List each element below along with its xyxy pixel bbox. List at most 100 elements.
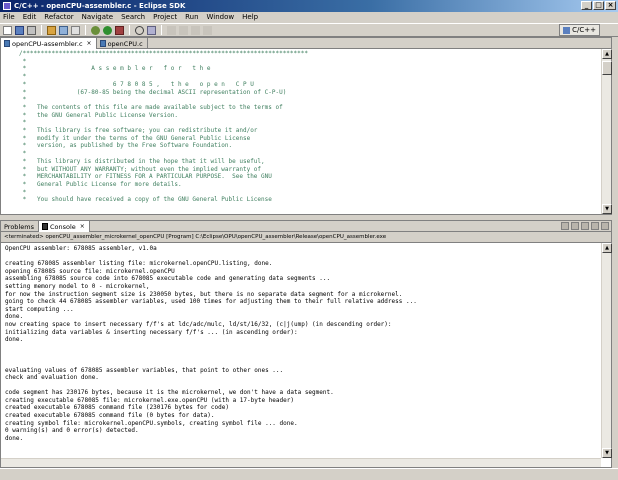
text-line: * You should have received a copy of the… [19,196,272,204]
text-line: for now the instruction segment size is … [5,290,403,298]
maximize-button[interactable]: □ [593,1,604,10]
open-type-icon[interactable] [147,25,156,35]
console-vertical-scrollbar[interactable]: ▲ ▼ [601,243,612,458]
new-project-icon[interactable] [59,25,68,35]
scroll-up-icon[interactable]: ▲ [602,49,612,59]
tab-console[interactable]: Console × [38,221,90,232]
text-line: now creating space to insert necessary f… [5,320,392,328]
tab-opencpu-assembler[interactable]: openCPU-assembler.c × [1,38,97,49]
tab-label: Console [49,222,76,231]
forward-icon[interactable] [203,25,212,35]
text-line: * but WITHOUT ANY WARRANTY; without even… [19,165,262,173]
status-bar [0,468,618,480]
menu-file[interactable]: File [3,12,15,23]
text-line: * A s s e m b l e r f o r t h e [19,65,211,73]
text-line: creating executable 678085 file: microke… [5,396,294,404]
build-icon[interactable] [47,25,56,35]
text-line: done. [5,336,24,344]
menu-window[interactable]: Window [207,12,235,23]
text-line: * [19,150,27,158]
print-icon[interactable] [27,25,36,35]
menu-edit[interactable]: Edit [23,12,37,23]
debug-icon[interactable] [91,25,100,35]
clear-console-icon[interactable] [581,222,589,230]
scroll-up-icon[interactable]: ▲ [602,243,612,253]
eclipse-app-icon [3,2,11,10]
scroll-thumb[interactable] [602,61,612,75]
perspective-switcher[interactable]: C/C++ [559,24,600,36]
text-line: * MERCHANTABILITY or FITNESS FOR A PARTI… [19,173,272,181]
display-console-icon[interactable] [601,222,609,230]
tab-opencpu[interactable]: openCPU.c [97,38,148,49]
close-tab-icon[interactable]: × [80,223,85,230]
menu-refactor[interactable]: Refactor [44,12,73,23]
new-icon[interactable] [3,25,12,35]
menu-help[interactable]: Help [242,12,258,23]
annotation-prev-icon[interactable] [179,25,188,35]
window-title: C/C++ - openCPU-assembler.c - Eclipse SD… [14,2,186,10]
window-controls: _ □ × [581,1,616,10]
tab-problems[interactable]: Problems [1,221,39,232]
text-line: OpenCPU assembler: 678085 assembler, v1.… [5,245,157,252]
toolbar-separator [161,25,162,35]
minimize-button[interactable]: _ [581,1,592,10]
editor-tab-bar: openCPU-assembler.c × openCPU.c [1,38,611,49]
window-titlebar[interactable]: C/C++ - openCPU-assembler.c - Eclipse SD… [0,0,618,12]
save-icon[interactable] [15,25,24,35]
text-line: code segment has 230176 bytes, because i… [5,389,334,397]
editor-vertical-scrollbar[interactable]: ▲ ▼ [601,49,612,214]
text-line: * General Public License for more detail… [19,180,182,188]
text-line: * This library is free software; you can… [19,127,258,135]
close-button[interactable]: × [605,1,616,10]
console-icon [41,223,48,230]
console-output[interactable]: OpenCPU assembler: 678085 assembler, v1.… [5,245,599,457]
c-file-icon [99,40,106,47]
text-line: * modify it under the terms of the GNU G… [19,134,251,142]
remove-launch-icon[interactable] [571,222,579,230]
external-tools-icon[interactable] [115,25,124,35]
tab-label: openCPU.c [107,39,143,48]
annotation-next-icon[interactable] [167,25,176,35]
scroll-down-icon[interactable]: ▼ [602,448,612,458]
text-line: check and evaluation done. [5,374,99,382]
text-line: * This library is distributed in the hop… [19,157,265,165]
menu-run[interactable]: Run [185,12,198,23]
menu-bar: File Edit Refactor Navigate Search Proje… [0,12,618,23]
menu-navigate[interactable]: Navigate [82,12,113,23]
text-line: created executable 678085 command file (… [5,412,215,420]
text-line: * (67-80-85 being the decimal ASCII repr… [19,88,287,96]
text-line: * The contents of this file are made ava… [19,103,283,111]
menu-project[interactable]: Project [153,12,177,23]
perspective-label: C/C++ [572,26,596,34]
perspective-icon [563,26,571,34]
new-file-icon[interactable] [71,25,80,35]
text-line: * 6 7 8 0 8 5 , t h e o p e n C P U [19,80,254,88]
text-line: creating 678085 assembler listing file: … [5,260,273,268]
text-line: start computing ... [5,305,74,313]
menu-search[interactable]: Search [121,12,145,23]
text-line: * [19,119,27,127]
scroll-down-icon[interactable]: ▼ [602,204,612,214]
text-line [5,359,599,367]
close-tab-icon[interactable]: × [87,40,92,47]
editor-code[interactable]: /***************************************… [15,50,599,214]
console-tab-bar: Problems Console × [1,221,611,232]
text-line: creating symbol file: microkernel.openCP… [5,419,298,427]
text-line: done. [5,434,24,442]
text-line: * the GNU General Public License Version… [19,111,178,119]
main-toolbar [0,23,618,37]
toolbar-separator [129,25,130,35]
terminate-icon[interactable] [561,222,569,230]
search-icon[interactable] [135,25,144,35]
c-file-icon [4,40,10,47]
editor-pane: openCPU-assembler.c × openCPU.c /*******… [0,37,612,215]
back-icon[interactable] [191,25,200,35]
console-horizontal-scrollbar[interactable] [1,458,601,467]
text-line [5,253,599,261]
text-line: /***************************************… [19,50,308,57]
toolbar-separator [85,25,86,35]
scroll-lock-icon[interactable] [591,222,599,230]
text-line: * [19,73,27,81]
run-icon[interactable] [103,25,112,35]
text-line: 0 warning(s) and 0 error(s) detected. [5,427,139,435]
